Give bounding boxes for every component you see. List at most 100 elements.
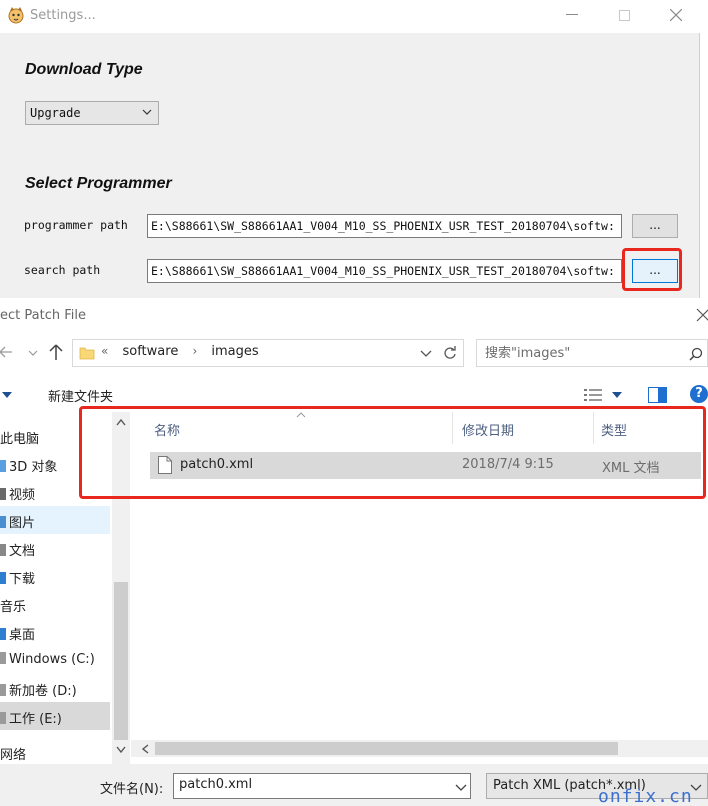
breadcrumb: « software › images — [101, 344, 269, 359]
documents-icon — [0, 544, 6, 556]
address-history-chevron-icon[interactable] — [420, 349, 432, 359]
breadcrumb-overflow[interactable]: « — [101, 344, 108, 358]
file-name: patch0.xml — [180, 457, 254, 472]
file-list: 名称 修改日期 类型 patch0.xml 2018/7/4 9:15 XML … — [131, 412, 708, 742]
download-type-value: Upgrade — [30, 106, 81, 120]
programmer-path-field[interactable]: E:\S88661\SW_S88661AA1_V004_M10_SS_PHOEN… — [147, 214, 622, 238]
dialog-title: ect Patch File — [0, 308, 86, 323]
window-title: Settings... — [30, 8, 96, 23]
title-bar: Settings... — [0, 0, 700, 33]
file-name-label: 文件名(N): — [100, 782, 164, 797]
sidebar-item-drive-e[interactable]: 工作 (E:) — [0, 702, 110, 730]
search-icon[interactable] — [689, 347, 703, 361]
breadcrumb-item-images[interactable]: images — [211, 344, 258, 359]
back-arrow-icon[interactable] — [0, 345, 14, 359]
minimize-button[interactable] — [547, 0, 597, 30]
dialog-toolbar: 新建文件夹 ? — [0, 380, 708, 410]
address-bar[interactable]: « software › images — [72, 339, 464, 367]
new-folder-button[interactable]: 新建文件夹 — [48, 386, 113, 405]
sidebar-item-label: 图片 — [9, 516, 36, 531]
sidebar-item-desktop[interactable]: 桌面 — [0, 618, 110, 646]
chevron-down-icon — [142, 109, 152, 115]
desktop-icon — [0, 628, 6, 640]
pictures-icon — [0, 516, 6, 528]
sidebar-item-label: 网络 — [0, 748, 27, 763]
videos-icon — [0, 488, 6, 500]
sidebar-item-label: 视频 — [9, 488, 36, 503]
sidebar-item-label: 下载 — [9, 572, 36, 587]
organize-chevron-icon[interactable] — [2, 391, 12, 399]
download-type-heading: Download Type — [25, 61, 143, 78]
select-programmer-heading: Select Programmer — [25, 175, 172, 192]
sidebar-item-drive-c[interactable]: Windows (C:) — [0, 646, 110, 674]
close-button[interactable] — [651, 0, 701, 30]
file-icon — [158, 456, 172, 474]
sidebar-item-label: 新加卷 (D:) — [9, 684, 77, 699]
scroll-down-icon[interactable] — [116, 746, 126, 754]
sidebar-item-videos[interactable]: 视频 — [0, 478, 110, 506]
scrollbar-thumb[interactable] — [155, 742, 618, 755]
file-name-field[interactable]: patch0.xml — [173, 773, 471, 799]
up-arrow-icon[interactable] — [48, 343, 64, 361]
file-date: 2018/7/4 9:15 — [462, 457, 554, 472]
navigation-pane: 此电脑 3D 对象 视频 图片 文档 下载 音乐 桌面 Windows (C:)… — [0, 412, 131, 764]
view-chevron-icon[interactable] — [612, 392, 622, 399]
search-box[interactable] — [476, 339, 708, 367]
refresh-icon[interactable] — [443, 346, 457, 360]
sidebar-item-label: Windows (C:) — [9, 652, 95, 667]
scrollbar-thumb[interactable] — [114, 582, 128, 740]
sidebar-item-3d-objects[interactable]: 3D 对象 — [0, 450, 110, 478]
app-icon — [8, 7, 24, 24]
search-path-field[interactable]: E:\S88661\SW_S88661AA1_V004_M10_SS_PHOEN… — [147, 259, 622, 283]
sidebar-item-network[interactable]: 网络 — [0, 738, 110, 763]
watermark: onfix.cn — [598, 786, 693, 806]
sidebar-item-label: 此电脑 — [0, 432, 40, 447]
navigation-scrollbar[interactable] — [112, 412, 130, 764]
sidebar-item-pictures[interactable]: 图片 — [0, 506, 110, 534]
column-header-type[interactable]: 类型 — [594, 412, 708, 444]
close-icon — [670, 9, 682, 21]
programmer-path-label: programmer path — [24, 218, 128, 232]
sidebar-item-this-pc[interactable]: 此电脑 — [0, 422, 110, 450]
recent-locations-chevron-icon[interactable] — [28, 348, 38, 358]
maximize-icon — [618, 9, 630, 21]
sidebar-item-documents[interactable]: 文档 — [0, 534, 110, 562]
chevron-down-icon[interactable] — [455, 784, 467, 792]
programmer-browse-button[interactable]: ... — [632, 214, 678, 238]
preview-pane-icon[interactable] — [648, 387, 667, 403]
dialog-close-icon[interactable] — [696, 308, 708, 322]
file-list-scrollbar[interactable] — [131, 740, 708, 757]
list-item[interactable]: patch0.xml 2018/7/4 9:15 XML 文档 — [150, 452, 701, 479]
3d-objects-icon — [0, 460, 6, 472]
scroll-up-icon[interactable] — [116, 418, 126, 426]
sidebar-item-downloads[interactable]: 下载 — [0, 562, 110, 590]
maximize-button[interactable] — [599, 0, 649, 30]
file-type: XML 文档 — [602, 461, 660, 476]
sidebar-item-drive-d[interactable]: 新加卷 (D:) — [0, 674, 110, 702]
column-header-date[interactable]: 修改日期 — [453, 412, 594, 444]
drive-icon — [0, 712, 6, 724]
sidebar-item-music[interactable]: 音乐 — [0, 590, 110, 618]
select-patch-file-dialog: ect Patch File « software › images 新建文件夹… — [0, 298, 708, 806]
search-path-label: search path — [24, 263, 101, 277]
sidebar-item-label: 工作 (E:) — [9, 712, 62, 727]
sidebar-item-label: 文档 — [9, 544, 36, 559]
search-browse-button[interactable]: ... — [632, 259, 678, 283]
scroll-left-icon[interactable] — [141, 744, 149, 754]
settings-window: Settings... Download Type Upgrade Select… — [0, 0, 700, 298]
sidebar-item-label: 桌面 — [9, 628, 36, 643]
folder-icon — [79, 347, 95, 360]
search-input[interactable] — [485, 344, 675, 362]
sidebar-item-label: 3D 对象 — [9, 460, 58, 475]
sidebar-item-label: 音乐 — [0, 600, 27, 615]
breadcrumb-item-software[interactable]: software — [122, 344, 178, 359]
column-header-name[interactable]: 名称 — [131, 412, 453, 444]
minimize-icon — [566, 14, 578, 15]
drive-icon — [0, 652, 6, 664]
breadcrumb-separator-icon: › — [192, 344, 198, 358]
drive-icon — [0, 684, 6, 696]
help-icon[interactable]: ? — [690, 385, 708, 403]
view-options-icon[interactable] — [584, 388, 602, 402]
downloads-icon — [0, 572, 6, 584]
download-type-select[interactable]: Upgrade — [25, 101, 159, 125]
